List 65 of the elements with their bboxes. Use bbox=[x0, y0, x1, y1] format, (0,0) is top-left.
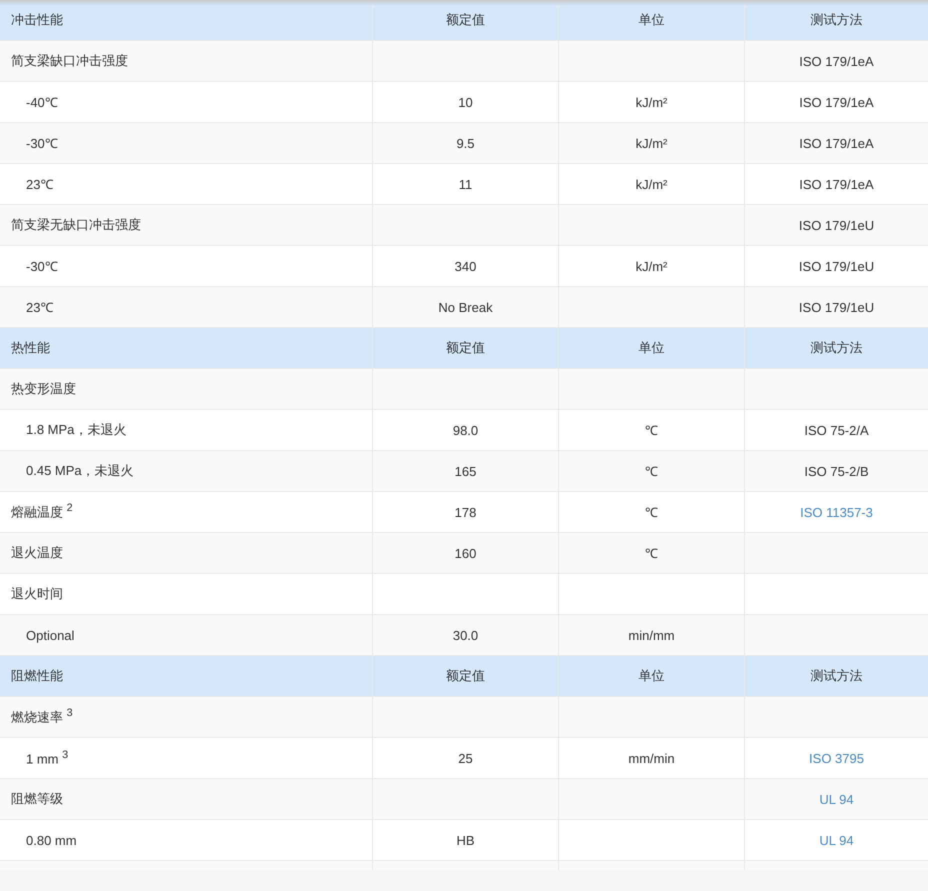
property-name: -30℃ bbox=[26, 258, 58, 275]
property-name: 0.80 mm bbox=[26, 832, 77, 848]
table-cell: 160 bbox=[454, 546, 476, 560]
property-name: 0.45 MPa，未退火 bbox=[26, 462, 134, 480]
property-name: 1.8 MPa，未退火 bbox=[26, 421, 126, 439]
unit-cell: kJ/m² bbox=[636, 176, 668, 192]
test-method-link[interactable]: UL 94 bbox=[819, 832, 854, 848]
column-header: 热性能 bbox=[11, 339, 50, 357]
column-header: 单位 bbox=[638, 339, 664, 357]
property-name: 阻燃等级 bbox=[11, 790, 63, 808]
test-method: ISO 179/1eU bbox=[798, 218, 874, 232]
unit-cell: min/mm bbox=[628, 628, 675, 642]
unit-cell-text: ℃ bbox=[645, 545, 658, 562]
property-name: 简支梁无缺口冲击强度 bbox=[11, 216, 141, 234]
table-cell: HB bbox=[456, 832, 475, 848]
test-method: ISO 179/1eA bbox=[799, 176, 874, 192]
column-header: 测试方法 bbox=[810, 11, 862, 29]
table-cell: No Break bbox=[438, 300, 493, 314]
table-cell: 340 bbox=[454, 258, 476, 274]
table-cell: 11 bbox=[458, 176, 472, 192]
test-method: ISO 75-2/B bbox=[804, 464, 869, 478]
property-name: 热变形温度 bbox=[11, 380, 76, 398]
unit-cell: mm/min bbox=[628, 750, 675, 766]
property-name: Optional bbox=[26, 628, 74, 642]
column-header: 测试方法 bbox=[810, 667, 862, 685]
property-name: -30℃ bbox=[26, 135, 58, 152]
unit-cell-text: ℃ bbox=[645, 422, 658, 439]
test-method-link[interactable]: ISO 11357-3 bbox=[800, 504, 873, 520]
unit-cell: kJ/m² bbox=[636, 136, 668, 150]
column-header: 阻燃性能 bbox=[11, 667, 63, 685]
unit-cell-text: ℃ bbox=[645, 463, 658, 480]
test-method-link[interactable]: UL 94 bbox=[819, 792, 854, 806]
table-cell: 30.0 bbox=[452, 628, 478, 642]
column-header: 测试方法 bbox=[810, 339, 862, 357]
test-method-link[interactable]: ISO 3795 bbox=[809, 750, 864, 766]
column-header: 冲击性能 bbox=[11, 11, 63, 29]
test-method: ISO 179/1eA bbox=[799, 94, 874, 110]
table-cell: 10 bbox=[458, 94, 473, 110]
property-name: 退火温度 bbox=[11, 544, 63, 562]
unit-cell: kJ/m² bbox=[636, 258, 668, 274]
property-name: 退火时间 bbox=[11, 585, 63, 603]
column-header: 单位 bbox=[638, 667, 664, 685]
property-name: 燃烧速率 $^{3}$ bbox=[11, 707, 73, 727]
test-method: ISO 179/1eU bbox=[798, 258, 874, 274]
table-cell: 25 bbox=[458, 750, 473, 766]
test-method: ISO 179/1eA bbox=[799, 54, 874, 68]
property-name: 简支梁缺口冲击强度 bbox=[11, 52, 128, 70]
property-name: 熔融温度 $^{2}$ bbox=[11, 502, 73, 522]
unit-cell: kJ/m² bbox=[636, 94, 668, 110]
property-name: 23℃ bbox=[26, 299, 54, 316]
table-cell: 9.5 bbox=[456, 136, 475, 150]
property-name: 1 mm $^{3}$ bbox=[26, 749, 68, 767]
property-name: 23℃ bbox=[26, 176, 54, 193]
property-name: -40℃ bbox=[26, 94, 58, 111]
table-cell: 98.0 bbox=[452, 422, 478, 438]
column-header: 单位 bbox=[638, 11, 664, 29]
test-method: ISO 179/1eU bbox=[798, 300, 874, 314]
column-header: 额定值 bbox=[446, 11, 485, 29]
column-header: 额定值 bbox=[446, 667, 485, 685]
table-cell: 165 bbox=[454, 464, 476, 478]
table-cell: 178 bbox=[454, 504, 476, 520]
column-header: 额定值 bbox=[446, 339, 485, 357]
test-method: ISO 75-2/A bbox=[804, 422, 869, 438]
test-method: ISO 179/1eA bbox=[799, 136, 874, 150]
unit-cell-text: ℃ bbox=[645, 504, 658, 521]
